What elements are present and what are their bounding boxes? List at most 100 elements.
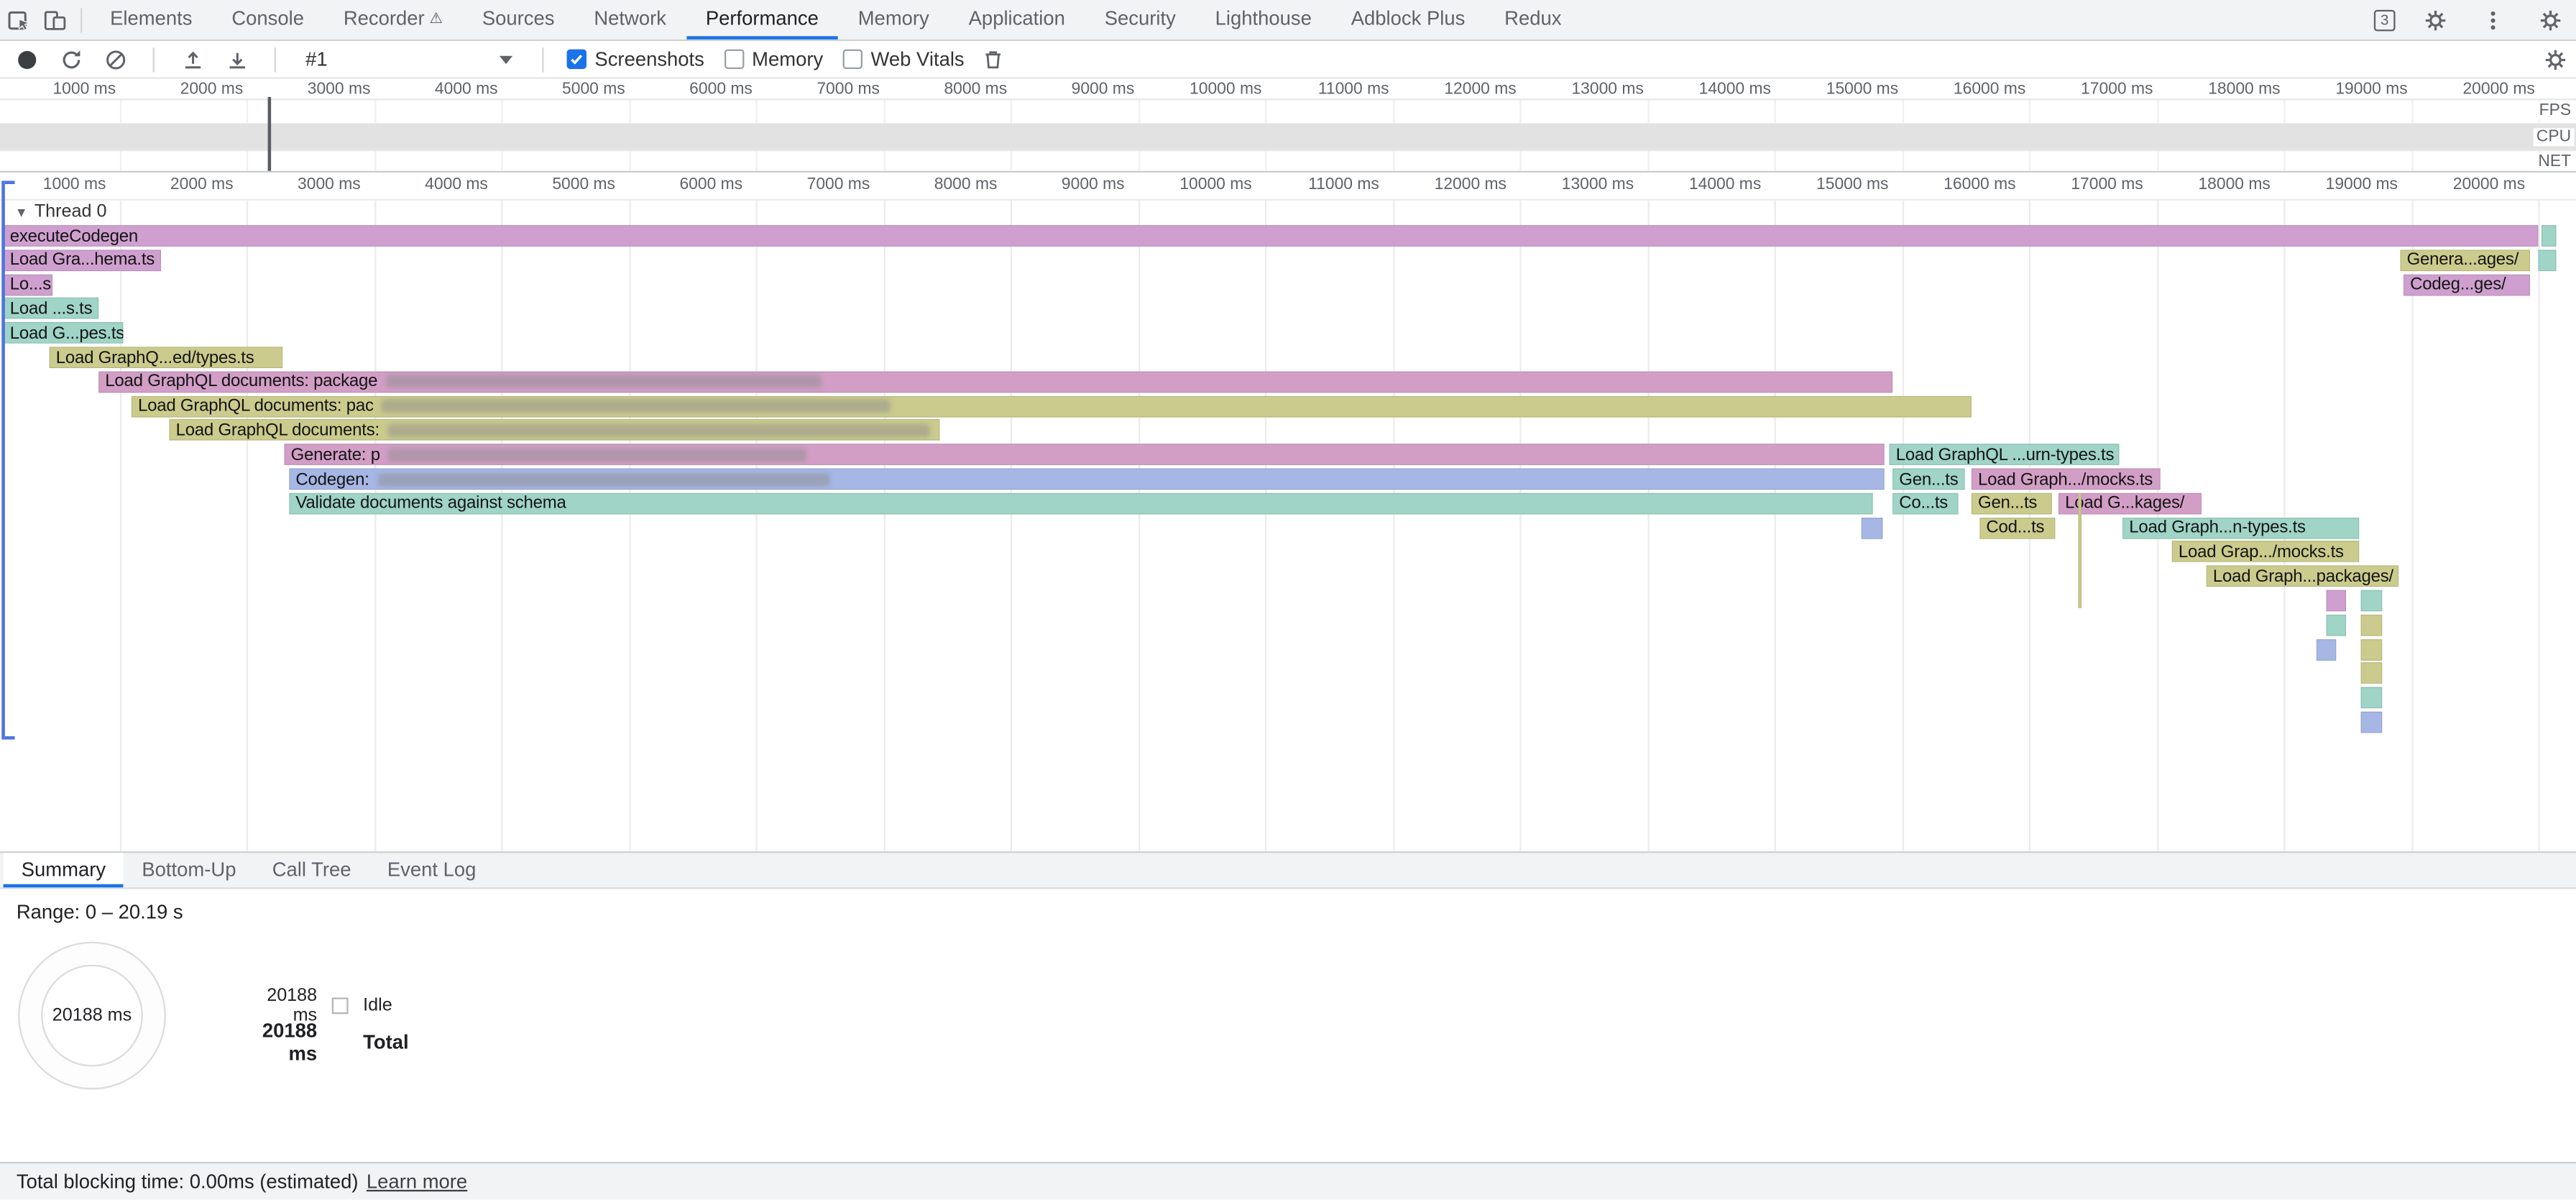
flame-bar[interactable]: Load Grap.../mocks.ts [2172, 541, 2360, 563]
trash-button[interactable] [979, 45, 1008, 74]
history-select[interactable]: #1 [299, 47, 519, 70]
flame-bar[interactable] [2361, 590, 2383, 612]
flame-bar-label: Codeg...ges/ [2404, 275, 2506, 294]
tab-network[interactable]: Network [574, 0, 686, 40]
details-tab-bottom-up[interactable]: Bottom-Up [124, 853, 254, 887]
flame-bar-label: Load ...s.ts [4, 299, 93, 319]
flame-window-bracket[interactable] [1, 180, 14, 739]
device-toolbar-icon[interactable] [36, 1, 72, 37]
flame-bar[interactable]: Cod...ts [1979, 517, 2055, 539]
flame-bar[interactable]: Load GraphQL documents: package [98, 371, 1892, 393]
flame-tick-label: 15000 ms [1770, 176, 1889, 194]
flame-tick-label: 9000 ms [1006, 176, 1125, 194]
checkbox-box [724, 50, 743, 69]
flame-bar[interactable]: Codeg...ges/ [2404, 274, 2530, 296]
flame-bar-label: Load Graph...n-types.ts [2122, 518, 2306, 537]
flame-tick-label: 14000 ms [1643, 176, 1762, 194]
tab-recorder[interactable]: Recorder⚠ [323, 0, 462, 40]
tab-security[interactable]: Security [1085, 0, 1195, 40]
messages-badge[interactable]: 3 [2374, 9, 2396, 31]
legend-swatch-cell [317, 997, 363, 1014]
tab-console[interactable]: Console [212, 0, 323, 40]
flame-bar[interactable]: Gen...ts [1892, 468, 1965, 490]
flame-bar[interactable]: Load Gra...hema.ts [4, 249, 161, 271]
tab-lighthouse[interactable]: Lighthouse [1195, 0, 1331, 40]
learn-more-link[interactable]: Learn more [367, 1170, 467, 1193]
overview-window-marker[interactable] [268, 97, 272, 171]
overview-tick-label: 14000 ms [1656, 81, 1771, 99]
flame-bar[interactable]: Codegen: [289, 468, 1884, 490]
save-profile-button[interactable] [222, 45, 252, 74]
inspect-icon[interactable] [0, 1, 36, 37]
summary-donut-chart: 20188 ms [18, 942, 166, 1090]
details-tab-call-tree[interactable]: Call Tree [254, 853, 369, 887]
chevron-expanded-icon: ▼ [15, 205, 28, 220]
flame-bar[interactable]: Load Graph...packages/ [2207, 566, 2398, 587]
details-tab-summary[interactable]: Summary [4, 853, 124, 887]
legend-label: Total [363, 1030, 409, 1053]
corner-gear-icon[interactable] [2531, 1, 2567, 37]
flame-bar[interactable]: Load GraphQL ...urn-types.ts [1890, 444, 2120, 466]
load-profile-button[interactable] [178, 45, 207, 74]
flame-bar[interactable]: Co...ts [1892, 493, 1958, 514]
flame-bar[interactable] [2361, 712, 2383, 733]
flame-bar[interactable] [2078, 493, 2082, 608]
record-button[interactable] [12, 45, 41, 74]
flame-gridline [247, 199, 248, 851]
flame-bar[interactable]: Gen...ts [1972, 493, 2052, 514]
tab-performance[interactable]: Performance [686, 0, 838, 40]
tab-label: Security [1105, 6, 1176, 29]
flame-bar-label: Cod...ts [1979, 518, 2044, 537]
tab-adblock-plus[interactable]: Adblock Plus [1331, 0, 1484, 40]
tab-application[interactable]: Application [949, 0, 1085, 40]
flame-bar[interactable]: Load Graph...n-types.ts [2122, 517, 2359, 539]
flame-bar[interactable]: Validate documents against schema [289, 493, 1872, 514]
thread-header[interactable]: ▼ Thread 0 [15, 202, 107, 221]
flame-bar[interactable] [2327, 590, 2346, 612]
flame-bar[interactable] [2361, 638, 2383, 660]
flame-bar[interactable]: Load ...s.ts [4, 298, 99, 320]
tab-elements[interactable]: Elements [91, 0, 212, 40]
flame-bar[interactable] [2317, 638, 2336, 660]
flame-bar-label: Load GraphQL documents: package [98, 372, 377, 391]
flame-bar[interactable]: Load Graph.../mocks.ts [1972, 468, 2161, 490]
flame-bar[interactable]: Load GraphQL documents: pac [132, 395, 1972, 417]
details-tab-event-log[interactable]: Event Log [369, 853, 494, 887]
flame-bar[interactable] [2542, 225, 2557, 247]
checkbox-web-vitals[interactable]: Web Vitals [843, 47, 965, 70]
flame-bar[interactable] [2361, 687, 2383, 709]
flame-bar[interactable]: Load GraphQL documents: [169, 420, 939, 441]
flame-chart[interactable]: 1000 ms2000 ms3000 ms4000 ms5000 ms6000 … [0, 173, 2576, 851]
flame-bar[interactable] [2361, 614, 2383, 636]
checkbox-memory[interactable]: Memory [724, 47, 823, 70]
tab-label: Elements [110, 6, 192, 29]
kebab-menu-icon[interactable] [2474, 1, 2510, 37]
checkbox-label: Web Vitals [871, 47, 965, 70]
flame-bar[interactable] [1862, 517, 1883, 539]
timeline-overview[interactable]: 1000 ms2000 ms3000 ms4000 ms5000 ms6000 … [0, 79, 2576, 173]
flame-bar[interactable] [2361, 663, 2383, 684]
flame-bar[interactable]: Generate: p [284, 444, 1884, 466]
flame-bar[interactable] [2327, 614, 2346, 636]
tab-sources[interactable]: Sources [462, 0, 574, 40]
settings-gear-icon[interactable] [2416, 1, 2452, 37]
flame-bar-label: Load G...kages/ [2058, 493, 2184, 513]
flame-bar[interactable]: Load G...pes.ts [4, 322, 124, 344]
flame-ruler: 1000 ms2000 ms3000 ms4000 ms5000 ms6000 … [0, 173, 2576, 201]
chevron-down-icon [500, 55, 512, 63]
reload-and-record-button[interactable] [56, 45, 86, 74]
range-label: Range: 0 – 20.19 s [17, 901, 183, 924]
tab-memory[interactable]: Memory [838, 0, 949, 40]
flame-bar[interactable]: Genera...ages/ [2400, 249, 2530, 271]
flame-bar[interactable] [2538, 249, 2556, 271]
flame-bar-label: Load Grap.../mocks.ts [2172, 542, 2344, 562]
footer-bar: Total blocking time: 0.00ms (estimated) … [0, 1162, 2576, 1200]
clear-button[interactable] [100, 45, 129, 74]
flame-bar[interactable]: executeCodegen [4, 225, 2539, 247]
tabbar-right-icons: 3 [2374, 1, 2576, 37]
tab-redux[interactable]: Redux [1485, 0, 1581, 40]
capture-settings-gear-icon[interactable] [2540, 45, 2570, 74]
redacted-text [377, 472, 829, 485]
checkbox-screenshots[interactable]: Screenshots [567, 47, 704, 70]
flame-bar[interactable]: Load GraphQ...ed/types.ts [50, 347, 283, 368]
